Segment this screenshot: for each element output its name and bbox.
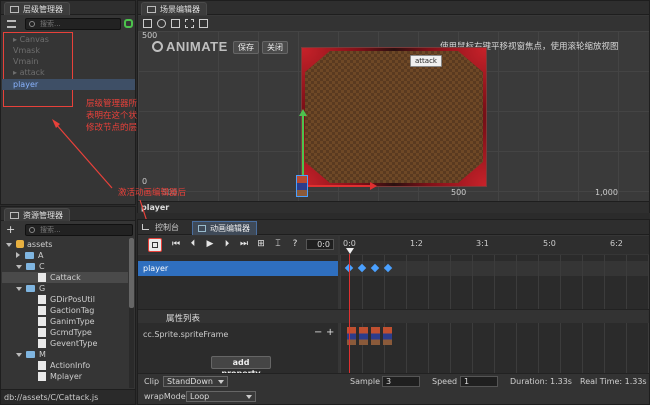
asset-file-ganimtype[interactable]: GanimType	[38, 317, 95, 327]
asset-folder-m[interactable]: M	[16, 350, 46, 360]
add-keyframe-icon[interactable]: ⊞	[255, 238, 267, 250]
asset-folder-g[interactable]: G	[16, 284, 45, 294]
add-property-icon[interactable]: +	[326, 327, 334, 338]
wrapmode-label: wrapMode:	[144, 392, 189, 401]
asset-file-gcmdtype[interactable]: GcmdType	[38, 328, 92, 338]
tab-animation-label: 动画编辑器	[210, 224, 250, 233]
jump-end-icon[interactable]: ⏭	[238, 238, 250, 250]
assets-search-input[interactable]: 搜索...	[25, 224, 133, 236]
script-file-icon	[38, 317, 46, 326]
property-list: cc.Sprite.spriteFrame − + add property	[138, 323, 338, 378]
property-timeline[interactable]	[340, 323, 649, 373]
console-icon	[142, 224, 149, 230]
prev-frame-icon[interactable]: ⏴	[187, 238, 199, 250]
duration-label: Duration: 1.33s	[510, 377, 572, 386]
node-timeline-row	[340, 261, 649, 276]
keyframe-diamond[interactable]	[370, 263, 380, 273]
folder-icon	[26, 285, 35, 292]
ruler-tick-2: 3:1	[476, 239, 489, 248]
ruler-tick-0: 0:0	[343, 239, 356, 248]
lock-icon	[16, 240, 24, 248]
next-frame-icon[interactable]: ⏵	[221, 238, 233, 250]
asset-folder-c[interactable]: C	[16, 262, 45, 272]
script-file-icon	[38, 361, 46, 370]
asset-file-gdirposutil[interactable]: GDirPosUtil	[38, 295, 95, 305]
realtime-label: Real Time: 1.33s	[580, 377, 647, 386]
ruler-tick-4: 6:2	[610, 239, 623, 248]
playhead-marker[interactable]	[346, 248, 354, 254]
chevron-down-icon	[16, 287, 22, 291]
record-button[interactable]	[148, 238, 162, 252]
animation-tabbar: 控制台 动画编辑器	[138, 220, 649, 235]
asset-folder-assets[interactable]: assets	[6, 240, 52, 250]
assets-tabbar: 资源管理器	[1, 207, 135, 221]
jump-start-icon[interactable]: ⏮	[170, 238, 182, 250]
add-asset-icon[interactable]: +	[6, 224, 15, 235]
asset-path: db://assets/C/Cattack.js	[4, 393, 99, 402]
asset-file-gactiontag[interactable]: GactionTag	[38, 306, 94, 316]
script-file-icon	[38, 372, 46, 381]
timeline-ruler[interactable]: 0:0 1:2 3:1 5:0 6:2	[340, 236, 649, 254]
folder-icon	[26, 263, 35, 270]
tab-assets-label: 资源管理器	[23, 211, 63, 220]
assets-panel: 资源管理器 搜索... + assets A C Cattack G GDirP…	[0, 206, 136, 405]
script-file-icon	[38, 339, 46, 348]
script-file-icon	[38, 295, 46, 304]
node-row-label: player	[143, 264, 169, 273]
script-file-icon	[38, 273, 46, 282]
folder-icon	[26, 351, 35, 358]
tab-assets[interactable]: 资源管理器	[4, 208, 70, 221]
sample-input[interactable]: 3	[382, 376, 420, 387]
speed-input[interactable]: 1	[460, 376, 498, 387]
animation-controls: ⏮ ⏴ ▶ ⏵ ⏭ ⊞ ⌶ ? 0:0	[138, 236, 338, 254]
animation-panel: 控制台 动画编辑器 ⏮ ⏴ ▶ ⏵ ⏭ ⊞ ⌶ ? 0:0 0:0 1:2 3:…	[137, 219, 650, 405]
assets-status-bar: db://assets/C/Cattack.js	[1, 389, 135, 404]
wrapmode-select[interactable]: Loop	[186, 391, 256, 402]
help-icon[interactable]: ?	[289, 238, 301, 250]
tab-console-label: 控制台	[155, 223, 179, 232]
clip-settings: Clip StandDown Sample 3 Speed 1 Duration…	[138, 373, 649, 404]
property-list-header: 属性列表	[138, 309, 649, 324]
assets-scrollbar-thumb[interactable]	[129, 238, 134, 308]
speed-label: Speed	[432, 377, 458, 386]
script-file-icon	[38, 328, 46, 337]
ruler-tick-1: 1:2	[410, 239, 423, 248]
sprite-frame-thumb[interactable]	[359, 327, 368, 345]
clip-label: Clip	[144, 377, 160, 386]
chevron-right-icon	[16, 252, 20, 258]
play-icon[interactable]: ▶	[204, 238, 216, 250]
script-file-icon	[38, 306, 46, 315]
folder-icon	[25, 252, 34, 259]
add-property-button[interactable]: add property	[211, 356, 271, 378]
assets-tab-icon	[10, 212, 19, 219]
keyframe-diamond[interactable]	[383, 263, 393, 273]
sample-label: Sample	[350, 377, 380, 386]
keyframe-diamond[interactable]	[357, 263, 367, 273]
tab-console[interactable]: 控制台	[142, 222, 179, 234]
remove-property-icon[interactable]: −	[314, 327, 322, 338]
property-name[interactable]: cc.Sprite.spriteFrame	[143, 330, 228, 339]
assets-scrollbar[interactable]	[129, 238, 134, 388]
node-row-player[interactable]: player	[138, 261, 338, 276]
tab-animation[interactable]: 动画编辑器	[192, 221, 257, 235]
chevron-down-icon	[6, 243, 12, 247]
node-timeline[interactable]	[340, 255, 649, 309]
chevron-down-icon	[16, 265, 22, 269]
asset-file-mplayer[interactable]: Mplayer	[38, 372, 82, 382]
chevron-down-icon	[16, 353, 22, 357]
asset-file-cattack[interactable]: Cattack	[38, 273, 81, 283]
asset-file-geventtype[interactable]: GeventType	[38, 339, 97, 349]
animation-icon	[198, 225, 206, 232]
playhead-line	[349, 254, 350, 373]
sprite-frame-thumb[interactable]	[371, 327, 380, 345]
edit-icon	[152, 242, 158, 248]
clip-select[interactable]: StandDown	[163, 376, 228, 387]
asset-folder-a[interactable]: A	[16, 251, 43, 261]
add-event-icon[interactable]: ⌶	[272, 238, 284, 250]
node-list: player	[138, 255, 338, 309]
time-input[interactable]: 0:0	[306, 239, 334, 250]
asset-file-actioninfo[interactable]: ActionInfo	[38, 361, 90, 371]
ruler-tick-3: 5:0	[543, 239, 556, 248]
sprite-frame-thumb[interactable]	[383, 327, 392, 345]
